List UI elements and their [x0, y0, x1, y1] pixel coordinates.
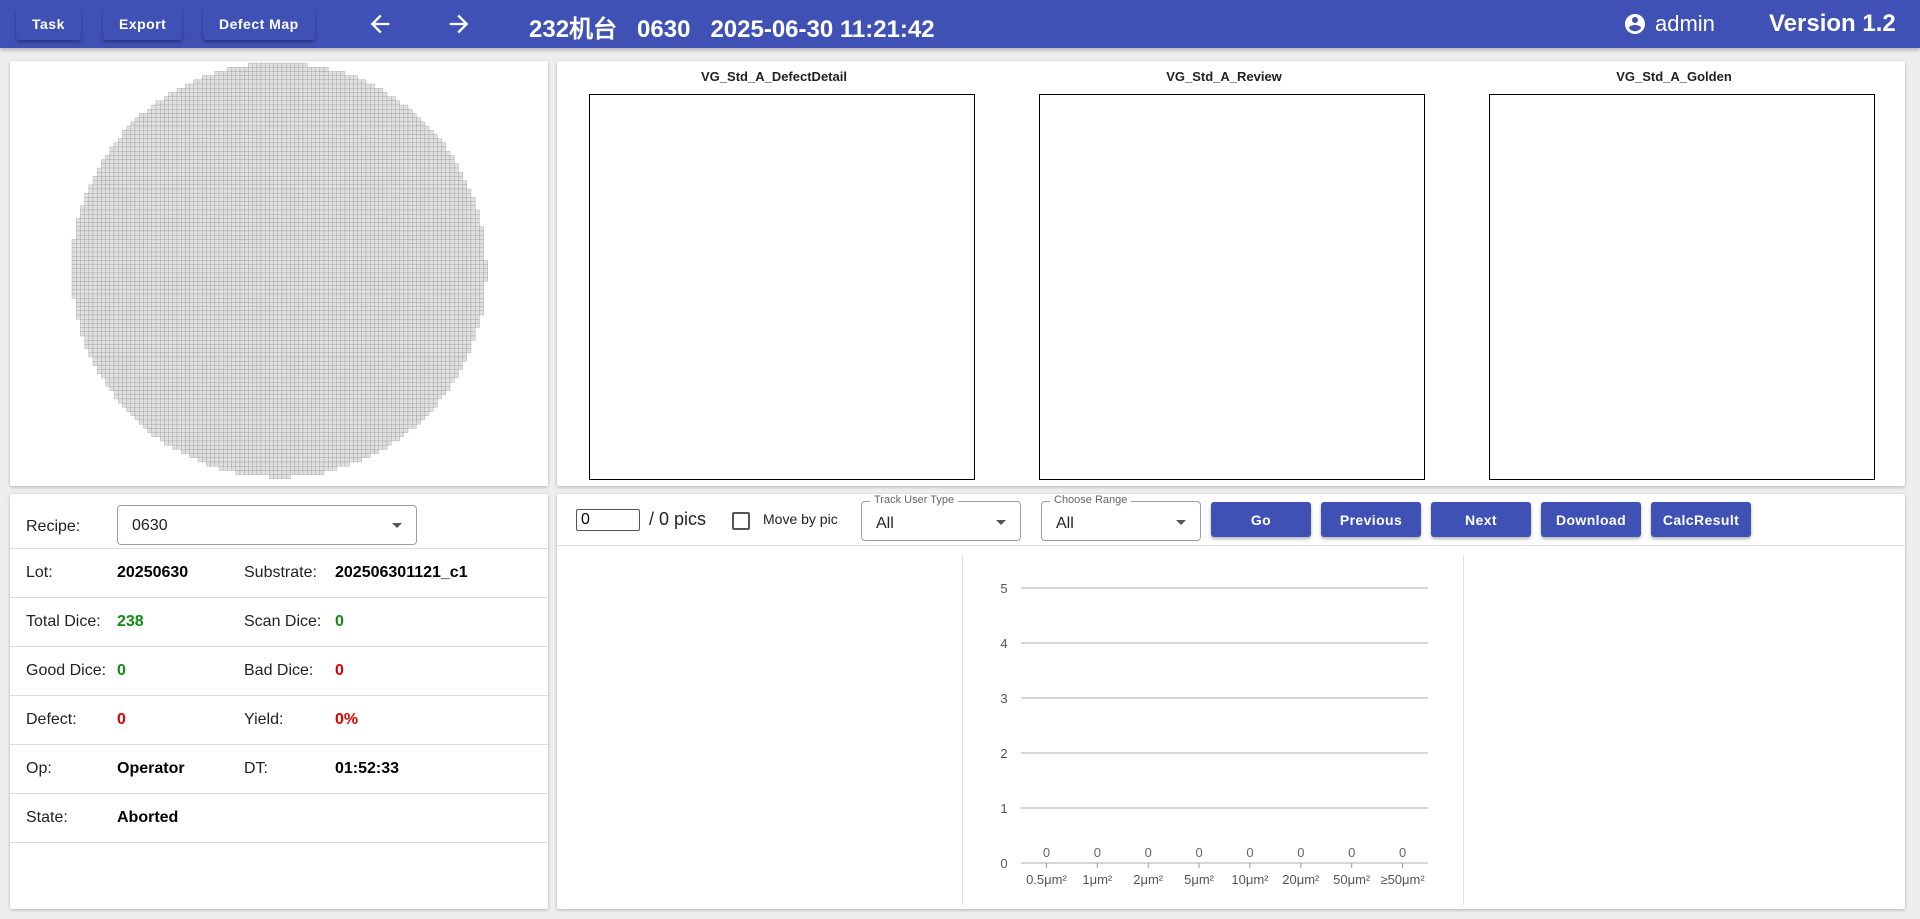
lot-label: Lot: — [26, 564, 53, 581]
bar-value-label: 0 — [1399, 845, 1406, 860]
bar-value-label: 0 — [1145, 845, 1152, 860]
defect-value: 0 — [117, 711, 126, 728]
total-dice-value: 238 — [117, 613, 144, 630]
move-by-pic-label: Move by pic — [763, 511, 838, 527]
review-image[interactable] — [1039, 94, 1425, 480]
recipe-row: Recipe: 0630 — [10, 494, 548, 549]
bar-value-label: 0 — [1297, 845, 1304, 860]
bad-dice-label: Bad Dice: — [244, 662, 314, 679]
wafer-map-panel — [10, 61, 548, 486]
wafer-dies — [71, 62, 488, 479]
defect-detail-image[interactable] — [589, 94, 975, 480]
dt-value: 01:52:33 — [335, 760, 400, 777]
yield-label: Yield: — [244, 711, 284, 728]
choose-range-value: All — [1056, 515, 1074, 532]
dropdown-arrow-icon — [1176, 520, 1186, 525]
substrate-value: 202506301121_c1 — [335, 564, 468, 581]
good-dice-value: 0 — [117, 662, 126, 679]
y-tick-label: 2 — [1000, 746, 1007, 761]
y-tick-label: 1 — [1000, 801, 1007, 816]
x-tick-label: 0.5μm² — [1026, 872, 1067, 887]
arrow-right-icon[interactable] — [445, 10, 473, 38]
yield-value: 0% — [335, 711, 359, 728]
lot-row: Lot: 20250630 Substrate: 202506301121_c1 — [10, 549, 548, 598]
scan-dice-label: Scan Dice: — [244, 613, 322, 630]
defect-map-button[interactable]: Defect Map — [203, 8, 315, 40]
x-tick-label: 2μm² — [1133, 872, 1164, 887]
defect-label: Defect: — [26, 711, 77, 728]
dropdown-arrow-icon — [392, 523, 402, 528]
account-circle-icon — [1625, 14, 1645, 34]
y-tick-label: 0 — [1000, 856, 1007, 871]
review-title: VG_Std_A_Review — [1166, 69, 1282, 84]
state-row: State: Aborted — [10, 794, 548, 843]
track-user-type-select[interactable]: Track User Type All — [861, 494, 1021, 541]
recipe-value: 0630 — [132, 517, 168, 534]
pic-index-input[interactable] — [576, 509, 640, 531]
images-panel: VG_Std_A_DefectDetail VG_Std_A_Review VG… — [557, 61, 1905, 486]
user-name: admin — [1655, 11, 1715, 36]
bar-value-label: 0 — [1195, 845, 1202, 860]
scan-dice-value: 0 — [335, 613, 344, 630]
state-label: State: — [26, 809, 68, 826]
x-tick-label: ≥50μm² — [1380, 872, 1425, 887]
go-button[interactable]: Go — [1211, 502, 1311, 537]
x-tick-label: 50μm² — [1333, 872, 1371, 887]
arrow-left-icon[interactable] — [366, 10, 394, 38]
export-button[interactable]: Export — [103, 8, 183, 40]
task-button[interactable]: Task — [16, 8, 81, 40]
x-tick-label: 5μm² — [1184, 872, 1215, 887]
top-bar: Task Export Defect Map 232机台 0630 2025-0… — [0, 0, 1920, 48]
next-button[interactable]: Next — [1431, 502, 1531, 537]
user-menu[interactable]: admin — [1623, 11, 1715, 37]
bad-dice-value: 0 — [335, 662, 344, 679]
track-user-type-label: Track User Type — [870, 494, 959, 506]
wafer-map[interactable] — [10, 61, 548, 486]
pics-total: / 0 pics — [649, 509, 707, 529]
x-tick-label: 10μm² — [1231, 872, 1269, 887]
recipe-label: Recipe: — [26, 518, 81, 535]
defect-chart-panel: 0 1 2 3 4 5 0 0.5μm² 0 1μm² 0 2μm² 0 5μm² 0 10μm² 0 20μm²… — [557, 494, 1905, 909]
previous-button[interactable]: Previous — [1321, 502, 1421, 537]
y-tick-label: 4 — [1000, 636, 1007, 651]
calc-result-button[interactable]: CalcResult — [1651, 502, 1751, 537]
page-title: 232机台 0630 2025-06-30 11:21:42 — [529, 16, 935, 43]
defect-yield-row: Defect: 0 Yield: 0% — [10, 696, 548, 745]
choose-range-select[interactable]: Choose Range All — [1041, 494, 1201, 541]
good-bad-row: Good Dice: 0 Bad Dice: 0 — [10, 647, 548, 696]
wafer-info-panel: Recipe: 0630 Lot: 20250630 Substrate: 20… — [10, 494, 548, 909]
golden-title: VG_Std_A_Golden — [1616, 69, 1732, 84]
choose-range-label: Choose Range — [1050, 494, 1132, 506]
bar-value-label: 0 — [1094, 845, 1101, 860]
op-dt-row: Op: Operator DT: 01:52:33 — [10, 745, 548, 794]
total-dice-label: Total Dice: — [26, 613, 101, 630]
dt-label: DT: — [244, 760, 268, 777]
chart-right-divider — [1463, 555, 1464, 905]
x-tick-label: 20μm² — [1282, 872, 1320, 887]
defect-size-chart: 0 1 2 3 4 5 0 0.5μm² 0 1μm² 0 2μm² 0 5μm² 0 10μm² 0 20μm²… — [1000, 581, 1428, 887]
y-tick-label: 5 — [1000, 581, 1007, 596]
lot-value: 20250630 — [117, 564, 189, 581]
chart-left-divider — [962, 555, 963, 905]
bar-value-label: 0 — [1043, 845, 1050, 860]
op-value: Operator — [117, 760, 185, 777]
version-label: Version 1.2 — [1769, 10, 1896, 37]
op-label: Op: — [26, 760, 52, 777]
x-tick-label: 1μm² — [1082, 872, 1113, 887]
recipe-select[interactable]: 0630 — [117, 505, 417, 545]
bar-value-label: 0 — [1348, 845, 1355, 860]
move-by-pic-checkbox[interactable] — [732, 512, 750, 530]
substrate-label: Substrate: — [244, 564, 317, 581]
dropdown-arrow-icon — [996, 520, 1006, 525]
download-button[interactable]: Download — [1541, 502, 1641, 537]
state-value: Aborted — [117, 809, 179, 826]
y-tick-label: 3 — [1000, 691, 1007, 706]
track-user-type-value: All — [876, 515, 894, 532]
defect-detail-title: VG_Std_A_DefectDetail — [701, 69, 847, 84]
bar-value-label: 0 — [1246, 845, 1253, 860]
controls-divider — [557, 545, 1905, 546]
dice-row: Total Dice: 238 Scan Dice: 0 — [10, 598, 548, 647]
good-dice-label: Good Dice: — [26, 662, 107, 679]
golden-image[interactable] — [1489, 94, 1875, 480]
